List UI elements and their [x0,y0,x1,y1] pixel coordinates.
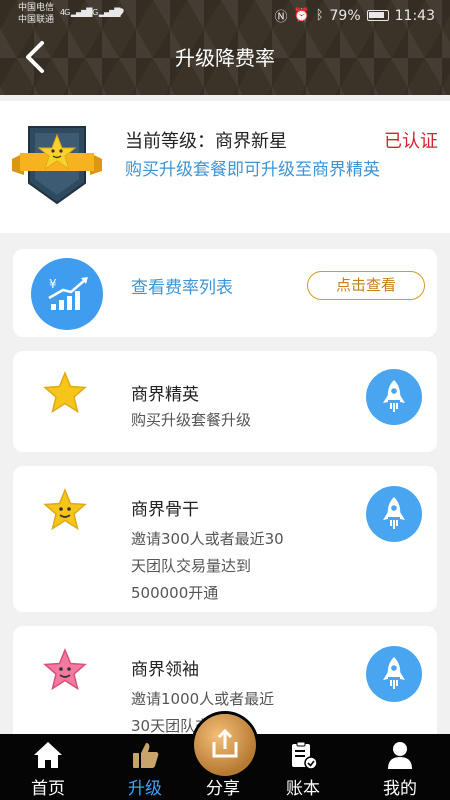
tier-name: 商界领袖 [131,660,199,680]
nav-upgrade[interactable]: 升级 [100,734,190,800]
share-button[interactable] [194,714,256,776]
nav-label-home: 首页 [31,779,65,799]
nav-label-upgrade: 升级 [128,779,162,799]
level-card: 当前等级：商界新星 已认证 购买升级套餐即可升级至商界精英 [0,101,450,233]
status-bar: 中国电信 中国联通 4G ▂▄▆█ 4G ▂▄▆█ ♥ Ⓝ ⏰ ᛒ 79% 11… [0,0,450,30]
battery-percent: 79% [329,7,361,24]
gold-star-face-icon [43,488,87,531]
carrier-1: 中国电信 [18,3,55,13]
rate-list-label: 查看费率列表 [131,278,233,298]
view-rates-button[interactable]: 点击查看 [307,271,425,300]
verified-badge: 已认证 [384,131,438,152]
current-level: 当前等级：商界新星 [125,131,287,152]
yen-symbol: ¥ [49,277,57,291]
ledger-icon [292,741,318,770]
signal-icon-1: 4G ▂▄▆█ [60,8,92,17]
rocket-icon [383,497,405,529]
battery-icon [366,10,389,21]
nav-label-profile: 我的 [383,779,417,799]
tier-desc: 邀请300人或者最近30天团队交易量达到500000开通 [131,530,284,602]
tier-card[interactable]: 商界精英 购买升级套餐升级 [13,351,437,452]
carrier-labels: 中国电信 中国联通 [18,2,54,26]
tier-name: 商界精英 [131,385,199,405]
upgrade-hint[interactable]: 购买升级套餐即可升级至商界精英 [125,156,385,185]
carrier-2: 中国联通 [18,15,55,25]
upgrade-rocket-button[interactable] [366,486,422,542]
alarm-icon: ⏰ [293,8,310,23]
gold-star-icon [43,371,87,414]
tier-star-shape [43,648,87,691]
clock: 11:43 [394,7,435,24]
upgrade-rocket-button[interactable] [366,646,422,702]
nav-home[interactable]: 首页 [3,734,93,800]
level-badge-icon [12,126,102,205]
heart-icon: ♥ [114,6,125,20]
pink-star-face-icon [43,648,87,691]
home-icon [34,742,62,768]
rate-chart-icon: ¥ [31,258,103,330]
tier-name: 商界骨干 [131,500,199,520]
status-right: Ⓝ ⏰ ᛒ 79% 11:43 [274,6,436,26]
share-icon [212,728,238,758]
thumbs-up-icon [133,743,159,768]
nav-ledger[interactable]: 账本 [258,734,348,800]
rate-list-card[interactable]: ¥ 查看费率列表 点击查看 [13,249,437,337]
rocket-icon [383,657,405,689]
tier-star-shape [43,488,87,531]
nfc-icon: Ⓝ [274,10,288,25]
nav-label-ledger: 账本 [286,779,320,799]
tier-desc: 购买升级套餐升级 [131,411,252,429]
header: 中国电信 中国联通 4G ▂▄▆█ 4G ▂▄▆█ ♥ Ⓝ ⏰ ᛒ 79% 11… [0,0,450,95]
profile-icon [388,742,412,769]
nav-label-share: 分享 [206,779,240,799]
bluetooth-icon: ᛒ [315,8,324,23]
upgrade-rocket-button[interactable] [366,369,422,425]
tier-star-shape [43,371,87,414]
tier-card[interactable]: 商界骨干 邀请300人或者最近30天团队交易量达到500000开通 [13,466,437,612]
rocket-icon [383,380,405,412]
page-title: 升级降费率 [175,46,275,70]
nav-profile[interactable]: 我的 [355,734,445,800]
